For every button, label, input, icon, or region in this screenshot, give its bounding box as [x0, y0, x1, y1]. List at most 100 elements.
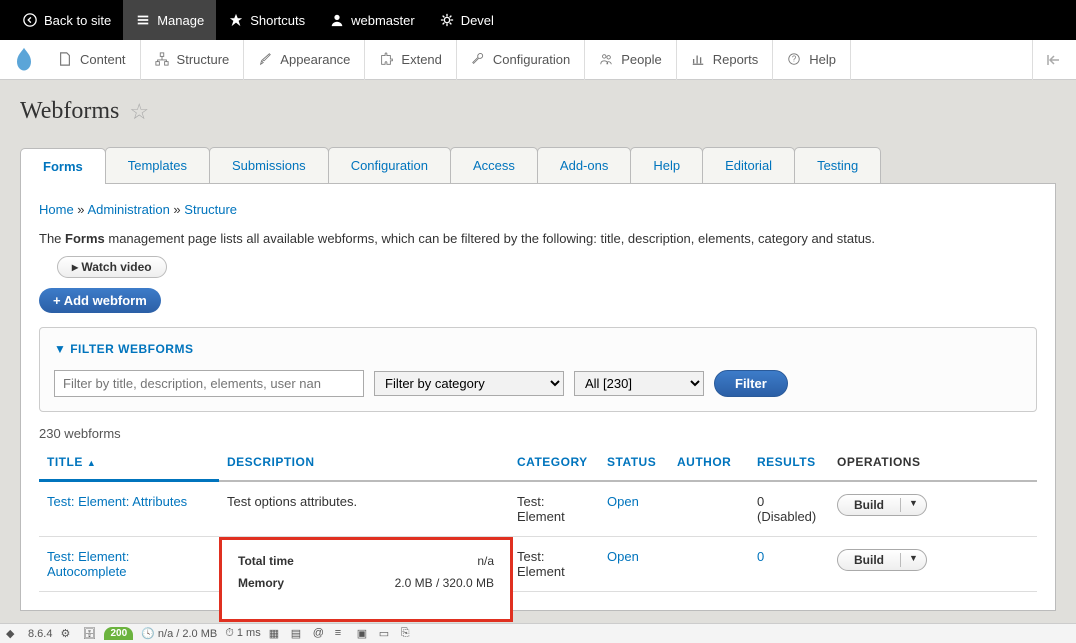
admin-appearance[interactable]: Appearance	[244, 40, 365, 80]
admin-people[interactable]: People	[585, 40, 676, 80]
help-icon: ?	[787, 52, 803, 68]
puzzle-icon	[379, 52, 395, 68]
admin-structure[interactable]: Structure	[141, 40, 245, 80]
filter-state-select[interactable]: All [230]	[574, 371, 704, 396]
filter-text-input[interactable]	[54, 370, 364, 397]
tab-templates[interactable]: Templates	[105, 147, 210, 183]
filter-box: ▼ FILTER WEBFORMS Filter by category All…	[39, 327, 1037, 412]
http-status-badge[interactable]: 200	[104, 627, 133, 640]
devel-label: Devel	[461, 13, 494, 28]
col-results[interactable]: RESULTS	[749, 445, 829, 481]
toolbar-icon[interactable]: ▤	[291, 627, 305, 641]
profiler-tooltip: Total time n/a Memory 2.0 MB / 320.0 MB	[219, 537, 513, 622]
structure-icon	[155, 52, 171, 68]
row-title-link[interactable]: Test: Element: Attributes	[47, 494, 187, 509]
dropdown-icon[interactable]: ▼	[901, 498, 926, 512]
tooltip-key: Memory	[238, 576, 284, 590]
crumb-admin[interactable]: Administration	[87, 202, 169, 217]
svg-text:?: ?	[792, 54, 797, 63]
col-author[interactable]: AUTHOR	[669, 445, 749, 481]
build-button[interactable]: Build▼	[837, 494, 927, 516]
row-status-link[interactable]: Open	[607, 494, 639, 509]
col-category[interactable]: CATEGORY	[509, 445, 599, 481]
tooltip-key: Total time	[238, 554, 294, 568]
tab-editorial[interactable]: Editorial	[702, 147, 795, 183]
filter-button[interactable]: Filter	[714, 370, 788, 397]
primary-tabs: Forms Templates Submissions Configuratio…	[20, 147, 1056, 184]
build-button[interactable]: Build▼	[837, 549, 927, 571]
tab-help[interactable]: Help	[630, 147, 703, 183]
toolbar-icon[interactable]: ▭	[379, 627, 393, 641]
user-label: webmaster	[351, 13, 415, 28]
filter-category-select[interactable]: Filter by category	[374, 371, 564, 396]
devel-menu[interactable]: Devel	[427, 0, 506, 40]
tab-testing[interactable]: Testing	[794, 147, 881, 183]
crumb-home[interactable]: Home	[39, 202, 74, 217]
row-results: 0 (Disabled)	[749, 481, 829, 537]
add-webform-button[interactable]: + Add webform	[39, 288, 161, 313]
row-results-link[interactable]: 0	[757, 549, 764, 564]
user-icon	[329, 12, 345, 28]
row-status-link[interactable]: Open	[607, 549, 639, 564]
people-icon	[599, 52, 615, 68]
manage-menu[interactable]: Manage	[123, 0, 216, 40]
page-title: Webforms☆	[20, 98, 1056, 125]
row-title-link[interactable]: Test: Element: Autocomplete	[47, 549, 129, 579]
sort-asc-icon: ▲	[87, 458, 96, 468]
tooltip-val: n/a	[477, 554, 494, 568]
row-author	[669, 536, 749, 591]
php-icon[interactable]: ⚙	[60, 627, 74, 641]
table-row: Test: Element: Autocomplete Test: Elemen…	[39, 536, 1037, 591]
hamburger-icon	[135, 12, 151, 28]
breadcrumb: Home » Administration » Structure	[39, 202, 1037, 217]
dropdown-icon[interactable]: ▼	[901, 553, 926, 567]
admin-help[interactable]: ?Help	[773, 40, 851, 80]
time-stat[interactable]: ⏱ 1 ms	[225, 627, 260, 640]
manage-label: Manage	[157, 13, 204, 28]
memory-stat[interactable]: 🕓 n/a / 2.0 MB	[141, 627, 217, 640]
toolbar-icon[interactable]: ⎘	[401, 627, 415, 641]
drupal-logo[interactable]	[4, 40, 44, 80]
star-icon	[228, 12, 244, 28]
admin-reports[interactable]: Reports	[677, 40, 774, 80]
collapse-toolbar[interactable]	[1032, 40, 1072, 80]
table-row: Test: Element: Attributes Test options a…	[39, 481, 1037, 537]
status-bar: ◆ 8.6.4 ⚙ 🗄 200 🕓 n/a / 2.0 MB ⏱ 1 ms ▦ …	[0, 623, 1076, 643]
db-icon[interactable]: 🗄	[82, 627, 96, 641]
col-description[interactable]: DESCRIPTION	[219, 445, 509, 481]
tab-forms[interactable]: Forms	[20, 148, 106, 184]
user-menu[interactable]: webmaster	[317, 0, 427, 40]
drupal-icon[interactable]: ◆	[6, 627, 20, 641]
toolbar-icon[interactable]: ▦	[269, 627, 283, 641]
drupal-version: 8.6.4	[28, 628, 52, 640]
toolbar-icon[interactable]: ≡	[335, 627, 349, 641]
watch-video-button[interactable]: ▸ Watch video	[57, 256, 167, 278]
favorite-star-icon[interactable]: ☆	[129, 99, 149, 125]
shortcuts-menu[interactable]: Shortcuts	[216, 0, 317, 40]
admin-extend[interactable]: Extend	[365, 40, 456, 80]
admin-configuration[interactable]: Configuration	[457, 40, 585, 80]
tab-addons[interactable]: Add-ons	[537, 147, 631, 183]
row-author	[669, 481, 749, 537]
brush-icon	[258, 52, 274, 68]
tab-configuration[interactable]: Configuration	[328, 147, 451, 183]
row-category: Test: Element	[509, 481, 599, 537]
chart-icon	[691, 52, 707, 68]
toolbar-icon[interactable]: @	[313, 627, 327, 641]
result-count: 230 webforms	[39, 426, 1037, 441]
tab-access[interactable]: Access	[450, 147, 538, 183]
tab-submissions[interactable]: Submissions	[209, 147, 329, 183]
col-status[interactable]: STATUS	[599, 445, 669, 481]
tooltip-val: 2.0 MB / 320.0 MB	[395, 576, 494, 590]
back-label: Back to site	[44, 13, 111, 28]
filter-heading[interactable]: ▼ FILTER WEBFORMS	[54, 342, 1022, 356]
admin-content[interactable]: Content	[44, 40, 141, 80]
back-to-site[interactable]: Back to site	[10, 0, 123, 40]
col-title[interactable]: TITLE▲	[39, 445, 219, 481]
col-operations: OPERATIONS	[829, 445, 1037, 481]
crumb-structure[interactable]: Structure	[184, 202, 237, 217]
wrench-icon	[471, 52, 487, 68]
row-description: Test options attributes.	[219, 481, 509, 537]
row-category: Test: Element	[509, 536, 599, 591]
toolbar-icon[interactable]: ▣	[357, 627, 371, 641]
